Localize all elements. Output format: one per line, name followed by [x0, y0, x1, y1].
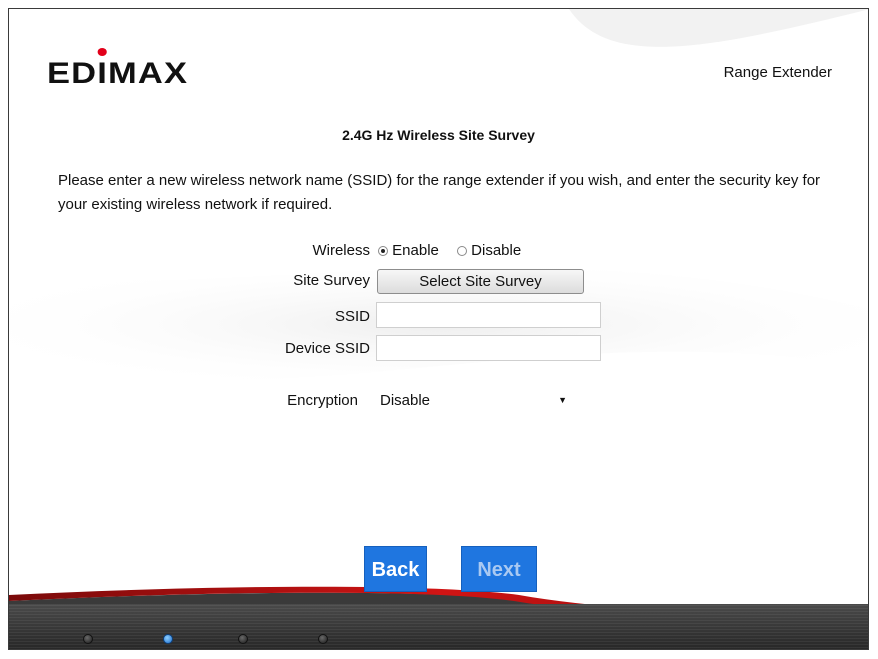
wireless-enable-radio[interactable]: [378, 246, 388, 256]
footer-bar: [9, 604, 868, 649]
ssid-input[interactable]: [376, 302, 601, 328]
device-ssid-label: Device SSID: [284, 340, 370, 357]
wireless-row: Wireless Enable Disable: [9, 242, 868, 262]
page-title: 2.4G Hz Wireless Site Survey: [342, 127, 535, 143]
wireless-disable-label: Disable: [471, 242, 522, 259]
background-swoosh: [9, 9, 868, 623]
encryption-select[interactable]: Disable ▼: [374, 389, 569, 412]
wireless-enable-option[interactable]: Enable: [378, 242, 439, 259]
edimax-logo: EDI MAX: [47, 48, 188, 91]
site-survey-label: Site Survey: [293, 272, 370, 289]
device-ssid-input[interactable]: [376, 335, 601, 361]
setup-wizard-frame: EDI MAX Range Extender 2.4G Hz Wireless S…: [8, 8, 869, 650]
instructions-text: Please enter a new wireless network name…: [58, 172, 821, 213]
wireless-enable-label: Enable: [392, 242, 439, 259]
back-button[interactable]: Back: [364, 546, 427, 592]
next-button[interactable]: Next: [461, 546, 537, 592]
product-name: Range Extender: [723, 64, 832, 81]
dropdown-arrow-icon: ▼: [558, 395, 567, 405]
encryption-label: Encryption: [287, 392, 358, 409]
progress-step-2-indicator: [163, 634, 173, 644]
progress-step-1-indicator: [83, 634, 93, 644]
progress-step-3-indicator: [238, 634, 248, 644]
wireless-label: Wireless: [312, 242, 370, 259]
ssid-label: SSID: [334, 308, 370, 325]
encryption-selected-value: Disable: [380, 392, 431, 409]
wireless-disable-radio[interactable]: [457, 246, 467, 256]
wireless-disable-option[interactable]: Disable: [457, 242, 521, 259]
select-site-survey-button[interactable]: Select Site Survey: [377, 269, 584, 294]
progress-step-4-indicator: [318, 634, 328, 644]
